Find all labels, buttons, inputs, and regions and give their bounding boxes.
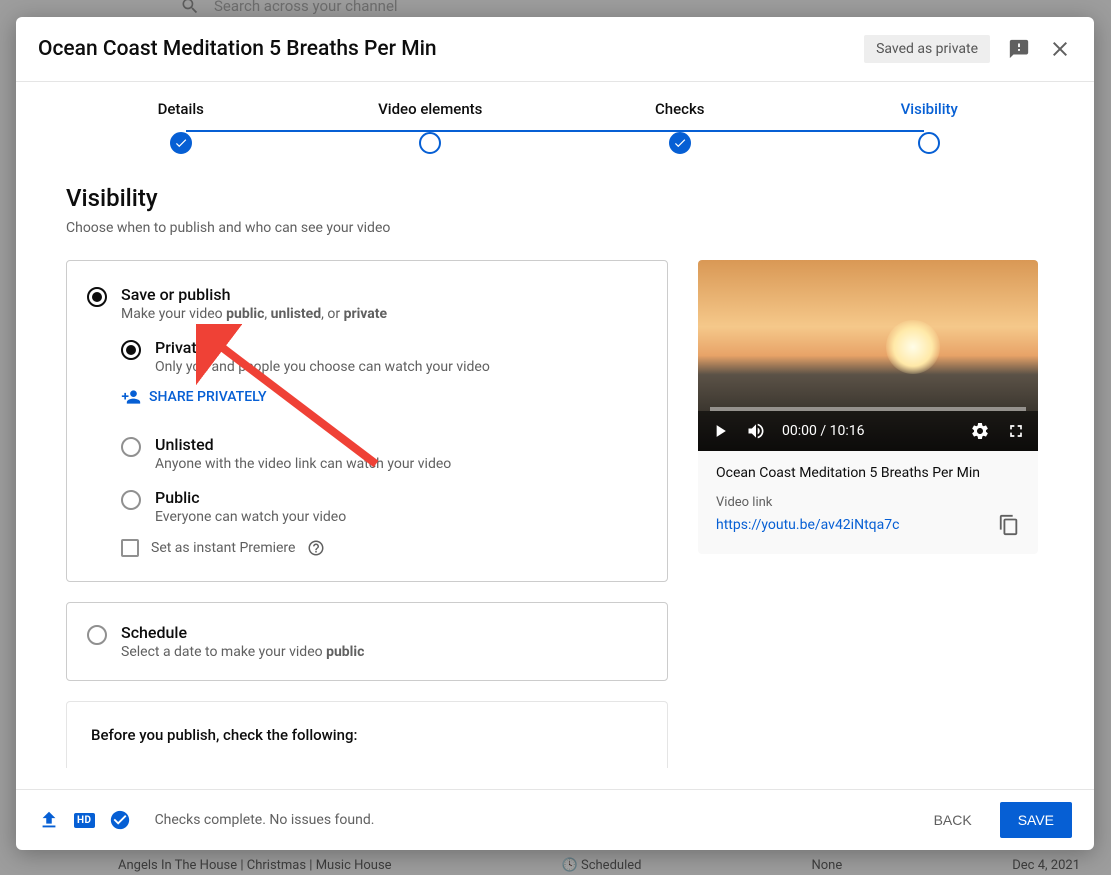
radio-icon	[121, 437, 141, 457]
volume-icon[interactable]	[746, 421, 766, 441]
upload-dialog: Ocean Coast Meditation 5 Breaths Per Min…	[16, 17, 1094, 850]
hd-badge: HD	[74, 813, 95, 828]
video-link[interactable]: https://youtu.be/av42iNtqa7c	[716, 517, 899, 533]
dialog-footer: HD Checks complete. No issues found. BAC…	[16, 789, 1094, 850]
radio-icon	[121, 490, 141, 510]
settings-icon[interactable]	[970, 421, 990, 441]
radio-icon	[121, 340, 141, 360]
play-icon[interactable]	[710, 421, 730, 441]
radio-icon	[87, 625, 107, 645]
copy-icon[interactable]	[998, 514, 1020, 536]
footer-status: Checks complete. No issues found.	[155, 812, 906, 828]
video-preview: 00:00 / 10:16 Ocean Coast Meditation 5 B…	[698, 260, 1038, 554]
schedule-radio[interactable]: Schedule Select a date to make your vide…	[87, 623, 647, 660]
time-display: 00:00 / 10:16	[782, 423, 954, 439]
step-visibility[interactable]: Visibility	[805, 100, 1055, 154]
premiere-label: Set as instant Premiere	[151, 540, 295, 556]
preview-title: Ocean Coast Meditation 5 Breaths Per Min	[716, 465, 1020, 481]
visibility-subheading: Choose when to publish and who can see y…	[66, 220, 1054, 236]
person-add-icon	[121, 387, 141, 407]
feedback-icon[interactable]	[1008, 38, 1030, 60]
fullscreen-icon[interactable]	[1006, 421, 1026, 441]
save-or-publish-panel: Save or publish Make your video public, …	[66, 260, 668, 582]
before-publish-panel: Before you publish, check the following:	[66, 701, 668, 768]
radio-icon	[87, 287, 107, 307]
visibility-heading: Visibility	[66, 184, 1054, 212]
share-privately-button[interactable]: SHARE PRIVATELY	[121, 387, 643, 407]
step-checks[interactable]: Checks	[555, 100, 805, 154]
stepper: Details Video elements Checks Visibility	[16, 81, 1094, 154]
premiere-checkbox[interactable]	[121, 539, 139, 557]
saved-status-badge: Saved as private	[864, 35, 990, 63]
check-circle-icon	[109, 809, 131, 831]
save-button[interactable]: SAVE	[1000, 802, 1072, 838]
schedule-panel: Schedule Select a date to make your vide…	[66, 602, 668, 681]
public-radio[interactable]: Public Everyone can watch your video	[121, 488, 643, 525]
dialog-title: Ocean Coast Meditation 5 Breaths Per Min	[38, 37, 864, 61]
private-radio[interactable]: Private Only you and people you choose c…	[121, 338, 643, 375]
link-label: Video link	[716, 495, 1020, 510]
step-details[interactable]: Details	[56, 100, 306, 154]
step-connector	[186, 129, 924, 133]
save-or-publish-radio[interactable]: Save or publish Make your video public, …	[87, 285, 643, 322]
back-button[interactable]: BACK	[920, 802, 986, 838]
video-thumbnail[interactable]: 00:00 / 10:16	[698, 260, 1038, 451]
unlisted-radio[interactable]: Unlisted Anyone with the video link can …	[121, 435, 643, 472]
step-video-elements[interactable]: Video elements	[306, 100, 556, 154]
upload-icon	[38, 809, 60, 831]
help-icon[interactable]	[307, 539, 325, 557]
close-icon[interactable]	[1048, 37, 1072, 61]
